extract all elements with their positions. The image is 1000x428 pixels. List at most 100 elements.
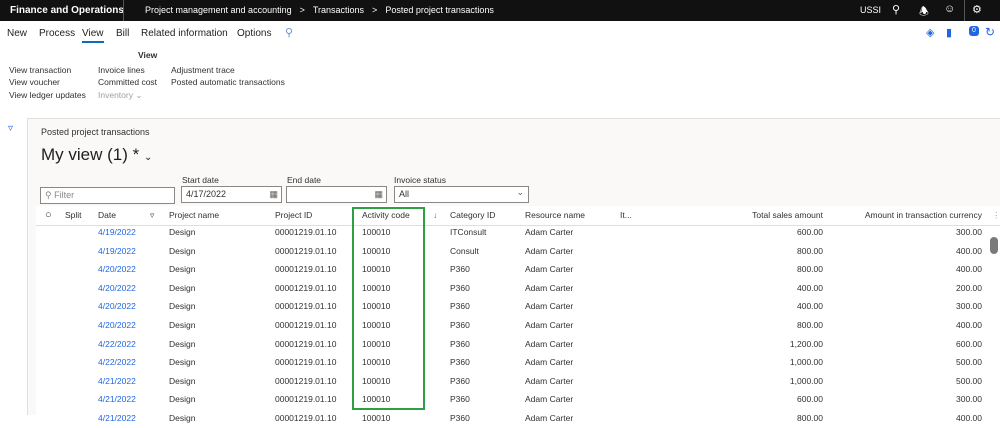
view-selector[interactable]: My view (1) * ⌄ bbox=[41, 145, 152, 165]
cell-project-name: Design bbox=[169, 338, 196, 349]
bell-icon[interactable]: 🕭 bbox=[919, 3, 929, 22]
cell-date-link[interactable]: 4/22/2022 bbox=[98, 353, 136, 372]
cell-date-link[interactable]: 4/20/2022 bbox=[98, 260, 136, 279]
cell-total-sales-amount: 600.00 bbox=[797, 394, 823, 405]
cell-category-id: Consult bbox=[450, 245, 479, 256]
sort-descending-icon[interactable]: ↓ bbox=[433, 206, 437, 225]
cell-project-name: Design bbox=[169, 282, 196, 293]
search-icon[interactable]: ⚲ bbox=[285, 26, 293, 39]
filter-icon[interactable]: ▿ bbox=[8, 123, 13, 134]
cell-project-id: 00001219.01.10 bbox=[275, 320, 337, 330]
cell-date-link[interactable]: 4/21/2022 bbox=[98, 409, 136, 428]
cell-resource-name: Adam Carter bbox=[525, 245, 574, 256]
cell-date-link[interactable]: 4/21/2022 bbox=[98, 372, 136, 391]
start-date-field[interactable]: 4/17/2022 ▦ bbox=[181, 186, 282, 203]
cell-total-sales-amount: 800.00 bbox=[797, 264, 823, 275]
cell-project-id: 00001219.01.10 bbox=[275, 413, 337, 423]
end-date-field[interactable]: ▦ bbox=[286, 186, 387, 203]
cell-category-id: P360 bbox=[450, 357, 470, 368]
cell-category-id: P360 bbox=[450, 338, 470, 349]
column-header-split[interactable]: Split bbox=[65, 206, 82, 225]
cell-project-name: Design bbox=[169, 320, 196, 330]
view-transaction-button[interactable]: View transaction bbox=[9, 65, 71, 75]
cell-activity-code: 100010 bbox=[362, 413, 391, 423]
smiley-icon[interactable]: ☺ bbox=[944, 3, 955, 15]
committed-cost-button[interactable]: Committed cost bbox=[98, 77, 157, 87]
view-ledger-updates-button[interactable]: View ledger updates bbox=[9, 90, 86, 100]
cell-date-link[interactable]: 4/20/2022 bbox=[98, 279, 136, 298]
chevron-down-icon: ⌄ bbox=[135, 90, 143, 100]
breadcrumb-item[interactable]: Transactions bbox=[313, 5, 364, 15]
select-all-radio[interactable]: ○ bbox=[45, 206, 52, 225]
cell-date-link[interactable]: 4/19/2022 bbox=[98, 242, 136, 261]
more-options-icon[interactable]: ⋮ bbox=[992, 206, 1000, 225]
app-title[interactable]: Finance and Operations bbox=[10, 5, 124, 16]
posted-automatic-transactions-button[interactable]: Posted automatic transactions bbox=[171, 77, 285, 87]
cell-amount-in-transaction-currency: 300.00 bbox=[956, 227, 982, 237]
column-header-item[interactable]: It... bbox=[620, 206, 632, 225]
refresh-icon[interactable]: ↻ bbox=[985, 25, 995, 39]
cell-date-link[interactable]: 4/22/2022 bbox=[98, 335, 136, 354]
calendar-icon[interactable]: ▦ bbox=[269, 189, 278, 200]
cell-total-sales-amount: 800.00 bbox=[797, 413, 823, 423]
cell-resource-name: Adam Carter bbox=[525, 394, 574, 405]
filter-icon[interactable]: ▿ bbox=[150, 206, 154, 225]
tab-view[interactable]: View bbox=[82, 28, 104, 43]
ribbon-group-title: View bbox=[138, 50, 158, 60]
tab-new[interactable]: New bbox=[7, 28, 27, 39]
scrollbar-thumb[interactable] bbox=[990, 237, 998, 254]
cell-amount-in-transaction-currency: 500.00 bbox=[956, 357, 982, 368]
tab-related-information[interactable]: Related information bbox=[141, 28, 228, 39]
adjustment-trace-button[interactable]: Adjustment trace bbox=[171, 65, 235, 75]
cell-amount-in-transaction-currency: 200.00 bbox=[956, 282, 982, 293]
cell-category-id: P360 bbox=[450, 320, 470, 330]
cell-date-link[interactable]: 4/19/2022 bbox=[98, 223, 136, 242]
cell-resource-name: Adam Carter bbox=[525, 357, 574, 368]
cell-resource-name: Adam Carter bbox=[525, 338, 574, 349]
diamond-icon[interactable]: ◈ bbox=[926, 26, 934, 39]
view-voucher-button[interactable]: View voucher bbox=[9, 77, 60, 87]
notification-badge[interactable]: 0 bbox=[969, 26, 979, 36]
invoice-status-select[interactable]: All ⌄ bbox=[394, 186, 529, 203]
start-date-label: Start date bbox=[182, 175, 219, 185]
cell-resource-name: Adam Carter bbox=[525, 282, 574, 293]
gear-icon[interactable]: ⚙ bbox=[972, 3, 982, 16]
divider bbox=[964, 0, 965, 21]
cell-project-name: Design bbox=[169, 245, 196, 256]
cell-category-id: P360 bbox=[450, 375, 470, 386]
tab-bill[interactable]: Bill bbox=[116, 28, 129, 39]
inventory-menu[interactable]: Inventory ⌄ bbox=[98, 90, 142, 101]
breadcrumb-item[interactable]: Project management and accounting bbox=[145, 5, 292, 15]
tab-process[interactable]: Process bbox=[39, 28, 75, 39]
invoice-lines-button[interactable]: Invoice lines bbox=[98, 65, 145, 75]
search-icon[interactable]: ⚲ bbox=[892, 3, 900, 16]
cell-date-link[interactable]: 4/21/2022 bbox=[98, 390, 136, 409]
cell-project-name: Design bbox=[169, 394, 196, 405]
cell-project-id: 00001219.01.10 bbox=[275, 264, 337, 275]
cell-project-id: 00001219.01.10 bbox=[275, 375, 337, 386]
office-icon[interactable]: ▮ bbox=[946, 26, 952, 39]
cell-total-sales-amount: 800.00 bbox=[797, 320, 823, 330]
cell-amount-in-transaction-currency: 500.00 bbox=[956, 375, 982, 386]
company-picker[interactable]: USSI bbox=[860, 5, 881, 15]
cell-total-sales-amount: 400.00 bbox=[797, 282, 823, 293]
chevron-down-icon: ⌄ bbox=[516, 187, 524, 197]
cell-date-link[interactable]: 4/20/2022 bbox=[98, 316, 136, 335]
chevron-right-icon: > bbox=[372, 5, 378, 15]
end-date-label: End date bbox=[287, 175, 322, 185]
divider bbox=[123, 0, 124, 21]
cell-project-name: Design bbox=[169, 301, 196, 312]
filter-placeholder: Filter bbox=[54, 190, 75, 200]
invoice-status-label: Invoice status bbox=[394, 175, 446, 185]
inventory-label: Inventory bbox=[98, 90, 133, 100]
cell-date-link[interactable]: 4/20/2022 bbox=[98, 297, 136, 316]
cell-total-sales-amount: 1,000.00 bbox=[789, 357, 823, 368]
cell-resource-name: Adam Carter bbox=[525, 227, 574, 237]
calendar-icon[interactable]: ▦ bbox=[374, 189, 383, 200]
filter-input[interactable]: ⚲ Filter bbox=[40, 187, 175, 204]
tab-options[interactable]: Options bbox=[237, 28, 271, 39]
cell-amount-in-transaction-currency: 300.00 bbox=[956, 301, 982, 312]
cell-project-id: 00001219.01.10 bbox=[275, 301, 337, 312]
breadcrumb-item[interactable]: Posted project transactions bbox=[385, 5, 494, 15]
page-title: My view (1) * bbox=[41, 145, 140, 164]
